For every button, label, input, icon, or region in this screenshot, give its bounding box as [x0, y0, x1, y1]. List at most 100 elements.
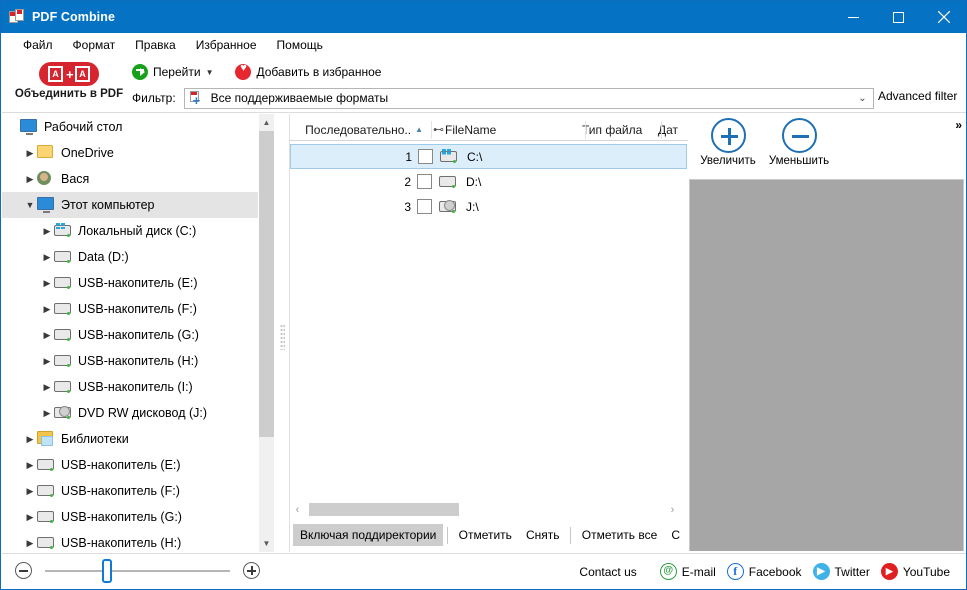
- row-filename: D:\: [466, 174, 482, 189]
- folder-tree-scrollbar[interactable]: ▲ ▼: [259, 114, 274, 552]
- splitter-grip[interactable]: [280, 324, 285, 350]
- filter-combobox[interactable]: + Все поддерживаемые форматы ⌄: [183, 87, 874, 109]
- tree-item[interactable]: ▶ USB-накопитель (G:): [2, 322, 258, 348]
- social-link[interactable]: @ E-mail: [659, 563, 716, 580]
- minimize-button[interactable]: [831, 1, 876, 33]
- list-action-button[interactable]: Отметить: [452, 524, 519, 546]
- chevron-right-icon[interactable]: ▶: [23, 434, 37, 445]
- tree-item[interactable]: ▶ OneDrive: [2, 140, 258, 166]
- file-list-hscrollbar[interactable]: ‹ ›: [291, 501, 679, 518]
- column-header-filetype[interactable]: Тип файла: [582, 119, 658, 141]
- menu-item-help[interactable]: Помощь: [267, 35, 333, 55]
- plus-circle-icon: [710, 118, 746, 153]
- list-action-button[interactable]: Отметить все: [575, 524, 665, 546]
- tree-item[interactable]: Рабочий стол: [2, 114, 258, 140]
- zoom-in-button[interactable]: Увеличить: [689, 118, 767, 167]
- scroll-down-icon[interactable]: ▼: [259, 535, 274, 552]
- tree-item[interactable]: ▶ Библиотеки: [2, 426, 258, 452]
- tree-item-label: USB-накопитель (F:): [61, 484, 180, 498]
- scroll-right-icon[interactable]: ›: [666, 504, 679, 516]
- tree-item[interactable]: ▶ USB-накопитель (H:): [2, 348, 258, 374]
- menu-item-edit[interactable]: Правка: [125, 35, 186, 55]
- libraries-icon: [37, 431, 55, 447]
- scroll-up-icon[interactable]: ▲: [259, 114, 274, 131]
- chevron-right-icon[interactable]: ▶: [23, 174, 37, 185]
- column-header-sequence[interactable]: Последовательно.. ▲: [290, 119, 427, 141]
- zoom-slider-track[interactable]: [45, 558, 230, 583]
- row-checkbox[interactable]: [417, 199, 432, 214]
- goto-button-label[interactable]: Перейти: [153, 65, 201, 79]
- zoom-out-button[interactable]: Уменьшить: [760, 118, 838, 167]
- hscroll-thumb[interactable]: [309, 503, 459, 516]
- minus-circle-icon[interactable]: [15, 562, 32, 579]
- chevron-right-icon[interactable]: ▶: [40, 226, 54, 237]
- combine-to-pdf-button[interactable]: A + A Объединить в PDF: [8, 59, 130, 111]
- chevron-right-icon[interactable]: ▶: [40, 304, 54, 315]
- chevron-right-icon[interactable]: ▶: [40, 356, 54, 367]
- list-action-button[interactable]: Включая поддиректории: [293, 524, 444, 546]
- chevron-double-right-icon[interactable]: »: [955, 118, 962, 132]
- menu-bar: Файл Формат Правка Избранное Помощь: [2, 33, 966, 57]
- maximize-button[interactable]: [876, 1, 921, 33]
- tree-item[interactable]: ▶ Локальный диск (C:): [2, 218, 258, 244]
- chevron-right-icon[interactable]: ▶: [23, 512, 37, 523]
- tree-item[interactable]: ▶ Data (D:): [2, 244, 258, 270]
- chevron-down-icon[interactable]: ⌄: [858, 93, 866, 104]
- add-to-favorites-label[interactable]: Добавить в избранное: [256, 65, 381, 79]
- chevron-right-icon[interactable]: ▶: [23, 148, 37, 159]
- contact-us-label[interactable]: Contact us: [579, 565, 636, 579]
- tree-item[interactable]: ▶ USB-накопитель (E:): [2, 452, 258, 478]
- row-checkbox[interactable]: [418, 149, 433, 164]
- table-row[interactable]: 1 C:\: [290, 144, 687, 169]
- column-header-filename[interactable]: ⊷ FileName: [427, 119, 582, 141]
- table-row[interactable]: 2 D:\: [290, 169, 688, 194]
- chevron-down-icon[interactable]: ▼: [206, 68, 214, 77]
- preview-panel: Увеличить Уменьшить »: [689, 114, 966, 552]
- row-checkbox[interactable]: [417, 174, 432, 189]
- tree-item[interactable]: ▶ DVD RW дисковод (J:): [2, 400, 258, 426]
- drive-icon: [37, 535, 55, 551]
- zoom-slider-thumb[interactable]: [102, 558, 112, 583]
- scroll-left-icon[interactable]: ‹: [291, 504, 304, 516]
- tree-item[interactable]: ▶ USB-накопитель (F:): [2, 296, 258, 322]
- table-row[interactable]: 3 J:\: [290, 194, 688, 219]
- chevron-right-icon[interactable]: ▶: [40, 408, 54, 419]
- chevron-right-icon[interactable]: ▶: [40, 252, 54, 263]
- menu-item-format[interactable]: Формат: [63, 35, 126, 55]
- chevron-right-icon[interactable]: ▶: [40, 330, 54, 341]
- zoom-slider-control[interactable]: [15, 558, 260, 583]
- chevron-right-icon[interactable]: ▶: [23, 538, 37, 549]
- tree-item[interactable]: ▶ USB-накопитель (G:): [2, 504, 258, 530]
- menu-item-file[interactable]: Файл: [13, 35, 63, 55]
- tree-item[interactable]: ▶ USB-накопитель (E:): [2, 270, 258, 296]
- scrollbar-thumb[interactable]: [259, 131, 274, 437]
- list-action-button[interactable]: С: [664, 524, 687, 546]
- user-icon: [37, 171, 55, 187]
- tree-item[interactable]: ▶ USB-накопитель (F:): [2, 478, 258, 504]
- hscroll-track[interactable]: [304, 503, 666, 516]
- preview-canvas[interactable]: [689, 179, 964, 551]
- tree-item[interactable]: ▶ USB-накопитель (H:): [2, 530, 258, 552]
- chevron-down-icon[interactable]: ▼: [23, 200, 37, 210]
- folder-tree[interactable]: Рабочий стол ▶ OneDrive ▶ Вася ▼ Этот компьюте…: [2, 114, 258, 552]
- chevron-right-icon[interactable]: ▶: [40, 382, 54, 393]
- tree-item[interactable]: ▼ Этот компьютер: [2, 192, 258, 218]
- chevron-right-icon[interactable]: ▶: [40, 278, 54, 289]
- tree-item[interactable]: ▶ Вася: [2, 166, 258, 192]
- social-link[interactable]: ▶ YouTube: [880, 563, 950, 580]
- column-header-date[interactable]: Дат: [658, 119, 688, 141]
- plus-circle-icon[interactable]: [243, 562, 260, 579]
- advanced-filter-link[interactable]: Advanced filter: [878, 89, 957, 103]
- social-link[interactable]: ▶ Twitter: [812, 563, 870, 580]
- close-button[interactable]: [921, 1, 966, 33]
- chevron-right-icon[interactable]: ▶: [23, 486, 37, 497]
- panel-splitter[interactable]: [276, 114, 288, 552]
- sort-ascending-icon: ▲: [415, 125, 423, 134]
- chevron-right-icon[interactable]: ▶: [23, 460, 37, 471]
- menu-item-favorites[interactable]: Избранное: [186, 35, 267, 55]
- social-link[interactable]: f Facebook: [726, 563, 802, 580]
- tree-item[interactable]: ▶ USB-накопитель (I:): [2, 374, 258, 400]
- tree-item-label: USB-накопитель (H:): [61, 536, 182, 550]
- list-action-button[interactable]: Снять: [519, 524, 567, 546]
- pdf-combine-window: PDF Combine Файл Формат Правка Избранное…: [0, 0, 967, 590]
